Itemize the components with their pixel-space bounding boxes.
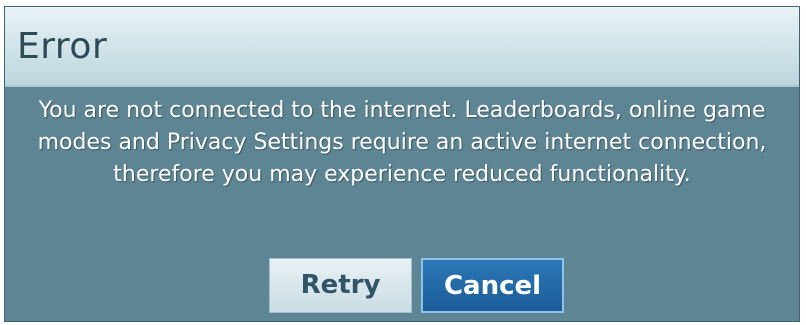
dialog-title-bar: Error — [5, 7, 799, 87]
cancel-button[interactable]: Cancel — [421, 258, 564, 313]
dialog-message: You are not connected to the internet. L… — [37, 98, 767, 187]
error-dialog: Error You are not connected to the inter… — [4, 6, 800, 322]
retry-button[interactable]: Retry — [269, 258, 412, 313]
dialog-title: Error — [17, 26, 108, 67]
